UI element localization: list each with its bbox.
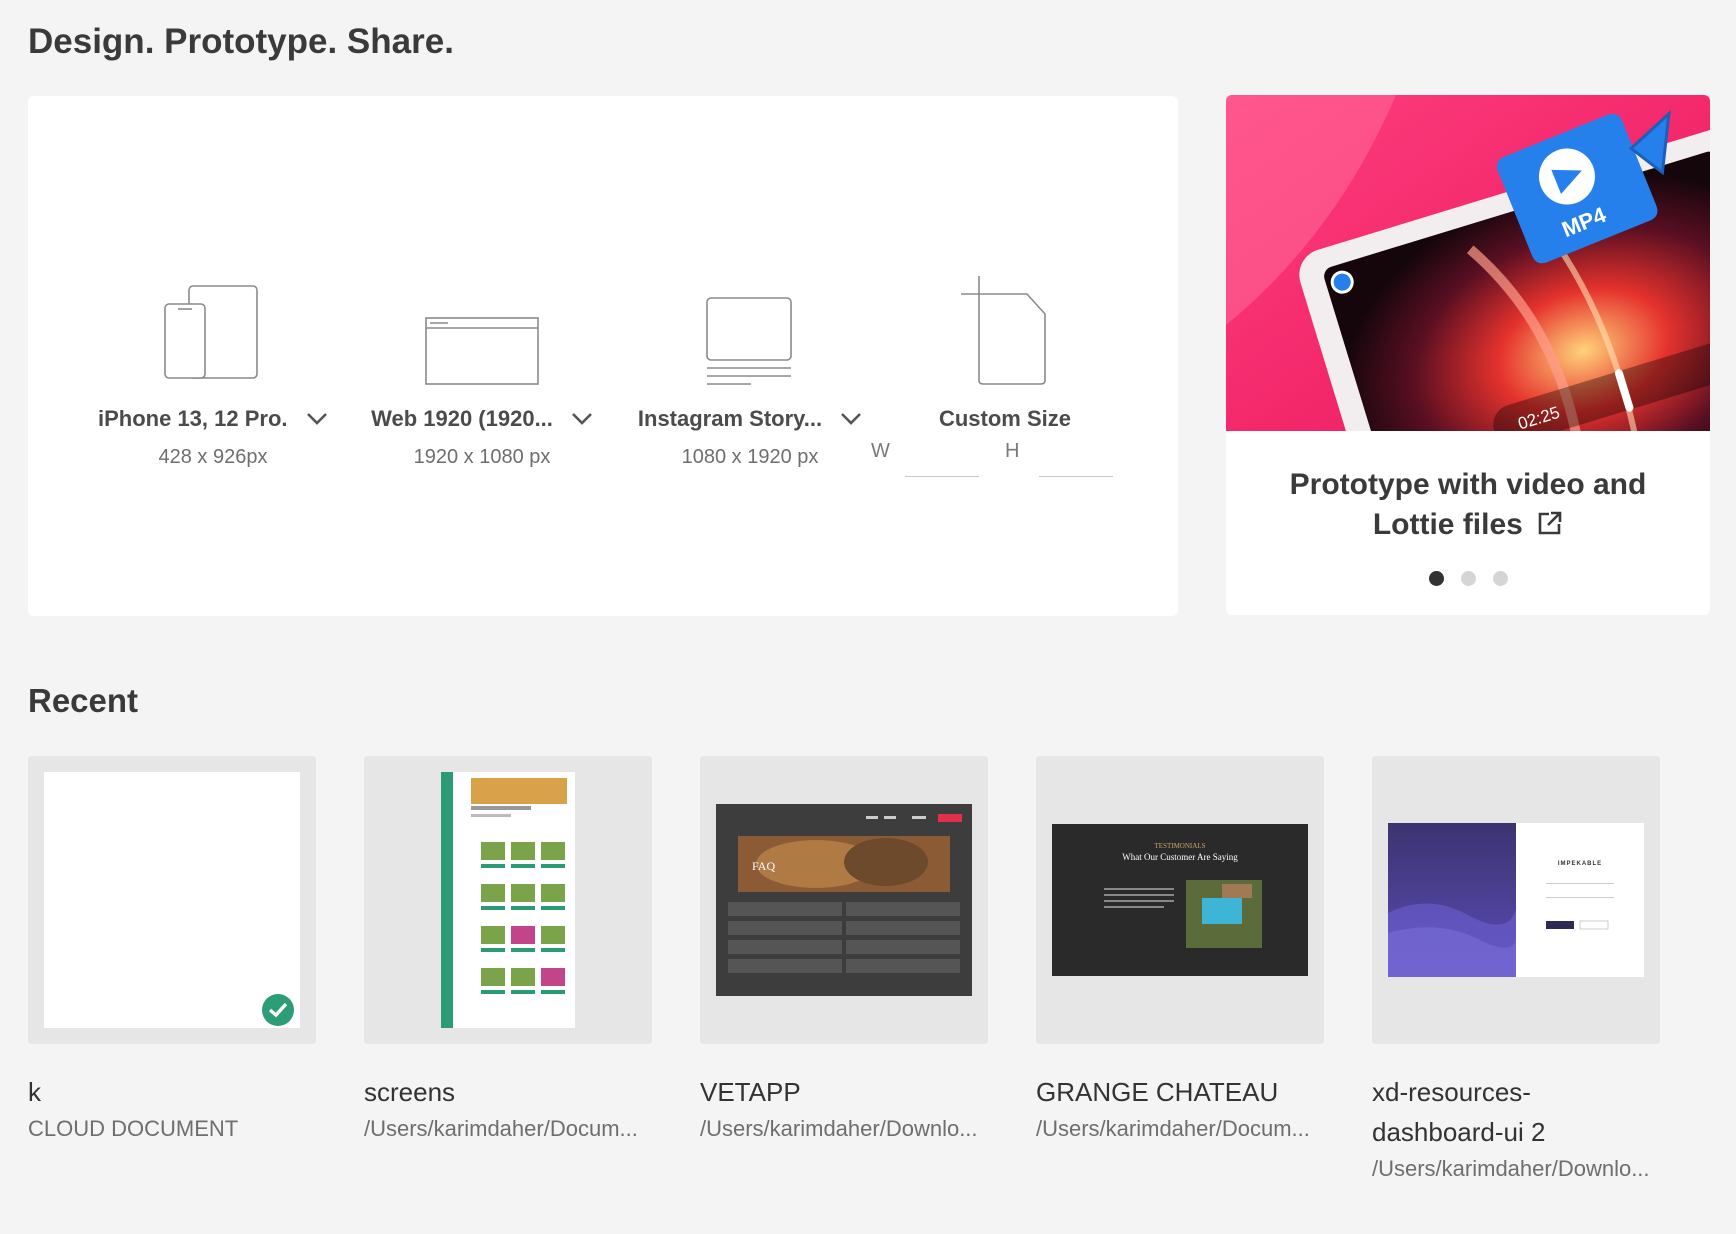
artboard-presets-panel: iPhone 13, 12 Pro... 428 x 926px Web 192… <box>28 96 1178 616</box>
promo-image: 02:25 MP4 <box>1226 95 1710 558</box>
width-label: W <box>871 440 890 462</box>
width-input[interactable] <box>905 448 979 477</box>
height-label: H <box>1005 440 1020 462</box>
file-name: xd-resources-dashboard-ui 2 <box>1372 1077 1546 1147</box>
carousel-dot-3[interactable] <box>1492 571 1508 586</box>
phone-tablet-icon <box>93 276 333 388</box>
chevron-down-icon[interactable] <box>840 412 862 426</box>
file-path: /Users/karimdaher/Downlo... <box>700 1116 978 1141</box>
file-name: VETAPP <box>700 1077 801 1107</box>
preset-size: 428 x 926px <box>158 446 268 468</box>
preset-iphone[interactable]: iPhone 13, 12 Pro... 428 x 926px <box>93 276 333 469</box>
browser-window-icon <box>362 276 602 388</box>
promo-card[interactable]: 02:25 MP4 Prototype with video and Lotti… <box>1226 95 1710 615</box>
file-name: screens <box>364 1077 456 1107</box>
preset-size: 1920 x 1080 px <box>413 446 551 468</box>
promo-title[interactable]: Prototype with video and Lottie files <box>1256 465 1680 547</box>
preset-custom-size: Custom Size W H <box>871 276 1125 477</box>
thumb-banner-text: FAQ <box>752 859 775 873</box>
page-title: Design. Prototype. Share. <box>28 22 454 61</box>
file-thumbnail[interactable]: IMPEKABLE <box>1372 756 1660 1044</box>
preset-instagram-story[interactable]: Instagram Story... 1080 x 1920 px <box>630 276 870 469</box>
custom-size-label: Custom Size <box>938 406 1072 431</box>
file-name: k <box>28 1077 41 1107</box>
file-path: /Users/karimdaher/Downlo... <box>1372 1156 1650 1181</box>
height-input[interactable] <box>1039 448 1113 477</box>
chevron-down-icon[interactable] <box>571 412 593 426</box>
recent-file-card[interactable]: k CLOUD DOCUMENT <box>28 756 318 1142</box>
external-link-icon[interactable] <box>1537 507 1563 547</box>
custom-size-icon <box>885 276 1125 388</box>
file-path: /Users/karimdaher/Docum... <box>364 1116 638 1141</box>
recent-file-card[interactable]: IMPEKABLE xd-resources-dashboard-ui 2 /U… <box>1372 756 1662 1182</box>
file-thumbnail[interactable] <box>28 756 316 1044</box>
file-thumbnail[interactable] <box>364 756 652 1044</box>
recent-file-card[interactable]: FAQ VETAPP /Users/karimdaher/Downlo... <box>700 756 990 1142</box>
preset-web[interactable]: Web 1920 (1920... 1920 x 1080 px <box>362 276 602 469</box>
recent-file-card[interactable]: screens /Users/karimdaher/Docum... <box>364 756 654 1142</box>
file-thumbnail[interactable]: TESTIMONIALS What Our Customer Are Sayin… <box>1036 756 1324 1044</box>
thumb-heading: TESTIMONIALS <box>1155 842 1206 850</box>
preset-name: iPhone 13, 12 Pro... <box>98 406 288 431</box>
thumb-brand: IMPEKABLE <box>1558 861 1602 867</box>
file-name: GRANGE CHATEAU <box>1036 1077 1279 1107</box>
preset-name: Web 1920 (1920... <box>371 406 553 431</box>
recent-file-card[interactable]: TESTIMONIALS What Our Customer Are Sayin… <box>1036 756 1326 1142</box>
carousel-dot-2[interactable] <box>1460 571 1476 586</box>
preset-size: 1080 x 1920 px <box>681 446 819 468</box>
file-thumbnail[interactable]: FAQ <box>700 756 988 1044</box>
thumb-subheading: What Our Customer Are Saying <box>1122 852 1238 862</box>
recent-heading: Recent <box>28 682 139 719</box>
synced-check-icon <box>262 994 294 1026</box>
file-path: CLOUD DOCUMENT <box>28 1116 239 1141</box>
chevron-down-icon[interactable] <box>306 412 328 426</box>
preset-name: Instagram Story... <box>637 406 823 431</box>
carousel-dots <box>1226 571 1710 586</box>
file-path: /Users/karimdaher/Docum... <box>1036 1116 1310 1141</box>
instagram-story-icon <box>630 276 870 388</box>
carousel-dot-1[interactable] <box>1428 571 1444 586</box>
